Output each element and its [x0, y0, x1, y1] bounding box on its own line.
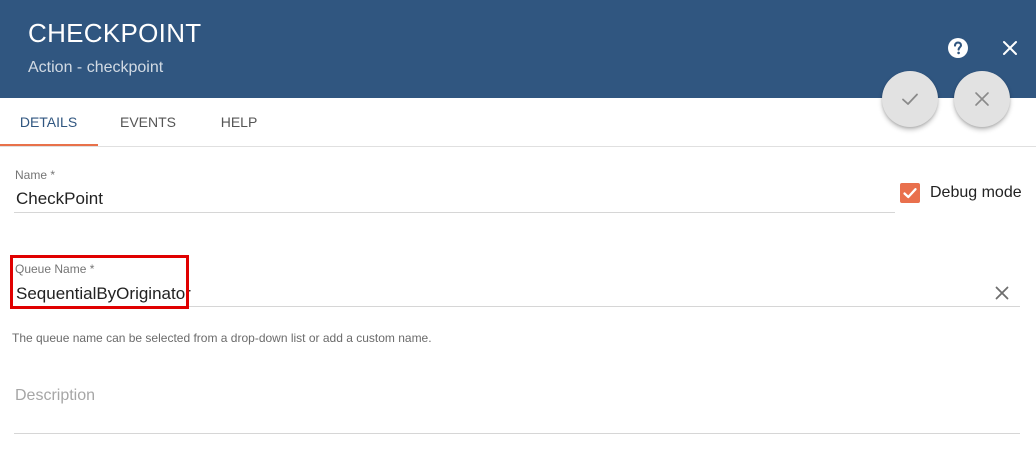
name-field-label: Name *	[15, 168, 56, 182]
help-button[interactable]	[946, 36, 970, 60]
help-circle-icon	[948, 38, 968, 58]
dialog-header: CHECKPOINT Action - checkpoint	[0, 0, 1036, 98]
close-icon	[1003, 41, 1017, 55]
tab-details[interactable]: DETAILS	[0, 98, 97, 146]
name-field[interactable]: CheckPoint	[16, 189, 103, 209]
tab-bar: DETAILS EVENTS HELP	[0, 98, 1036, 147]
checkmark-icon	[903, 188, 917, 199]
queue-name-hint: The queue name can be selected from a dr…	[12, 331, 432, 345]
dialog-title: CHECKPOINT	[28, 18, 202, 48]
close-icon	[995, 286, 1009, 300]
debug-mode-checkbox[interactable]	[900, 183, 920, 203]
tab-events[interactable]: EVENTS	[98, 98, 198, 146]
debug-mode-label[interactable]: Debug mode	[930, 184, 1022, 202]
active-tab-indicator	[0, 144, 98, 146]
close-dialog-button[interactable]	[998, 36, 1022, 60]
description-underline	[14, 433, 1020, 434]
highlight-annotation	[10, 255, 189, 309]
description-field[interactable]: Description	[15, 387, 95, 405]
dialog-subtitle: Action - checkpoint	[28, 59, 164, 76]
name-field-underline	[14, 212, 895, 213]
clear-queue-name-button[interactable]	[992, 283, 1012, 303]
tab-help[interactable]: HELP	[198, 98, 280, 146]
